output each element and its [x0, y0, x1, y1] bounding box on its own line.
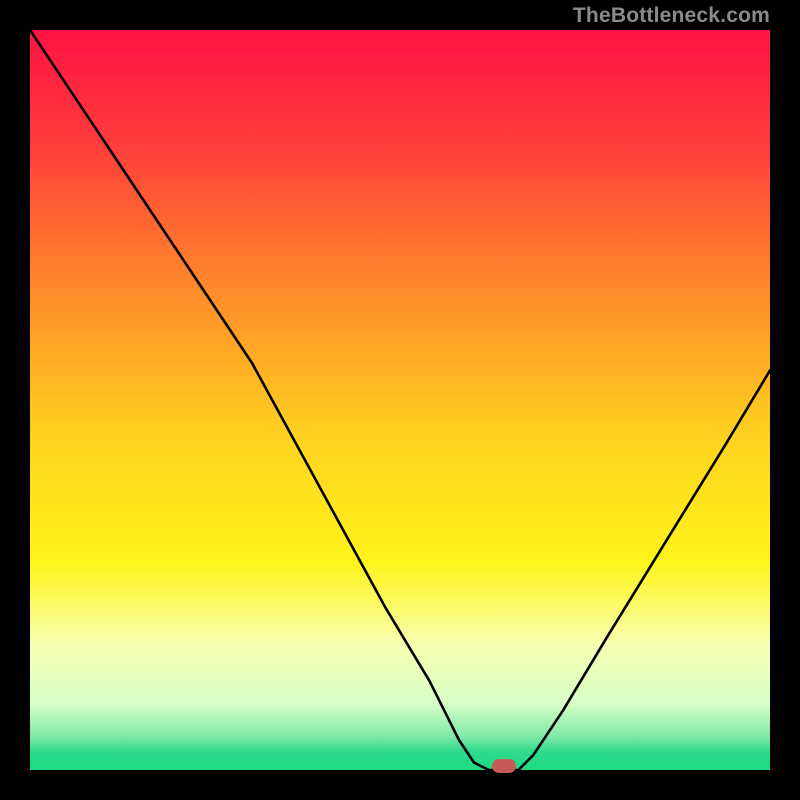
selected-point-marker	[492, 759, 516, 773]
bottleneck-curve	[30, 30, 770, 770]
watermark-text: TheBottleneck.com	[573, 4, 770, 28]
chart-frame: TheBottleneck.com	[0, 0, 800, 800]
plot-area	[30, 30, 770, 770]
